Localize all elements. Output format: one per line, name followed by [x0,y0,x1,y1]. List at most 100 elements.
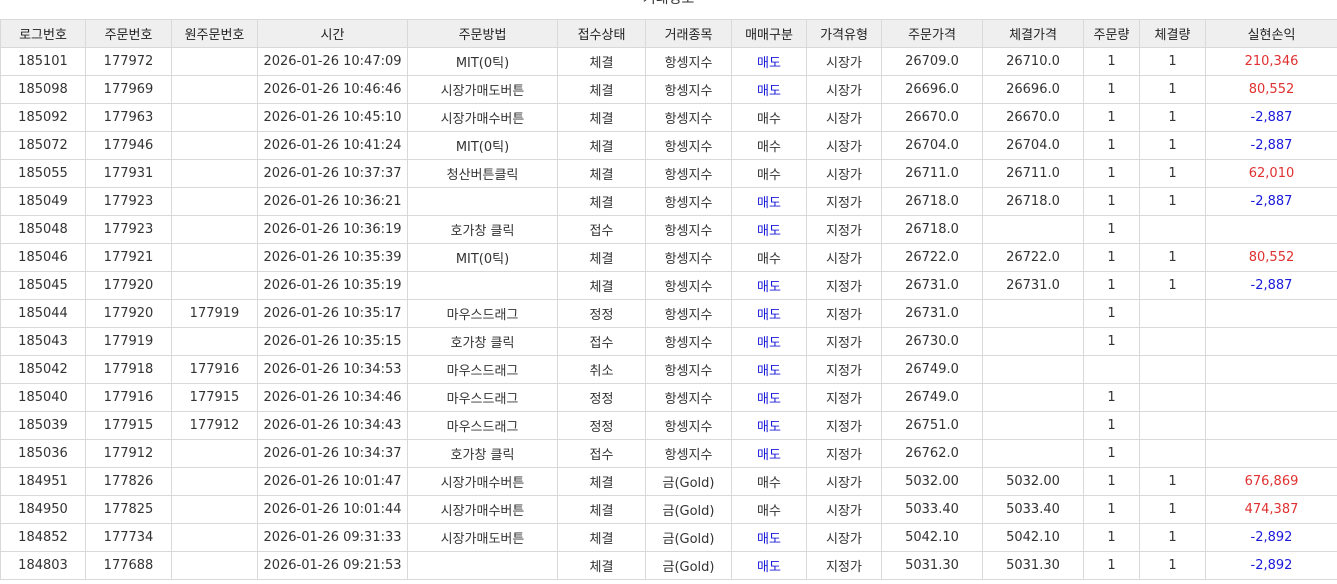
cell-fill-qty [1139,439,1206,468]
cell-order-qty: 1 [1083,215,1140,244]
cell-time: 2026-01-26 09:31:33 [257,523,408,552]
table-row[interactable]: 184951 177826 2026-01-26 10:01:47 시장가매수버튼 체결… [0,467,1337,496]
cell-fill-qty: 1 [1139,243,1206,272]
cell-order-no: 177931 [85,159,172,188]
cell-side: 매도 [731,271,807,300]
cell-side: 매도 [731,47,807,76]
table-row[interactable]: 184950 177825 2026-01-26 10:01:44 시장가매수버튼 체결… [0,495,1337,524]
cell-log-no: 185072 [0,131,86,160]
cell-time: 2026-01-26 10:01:44 [257,495,408,524]
table-row[interactable]: 184803 177688 2026-01-26 09:21:53 체결 금(Gold)… [0,551,1337,580]
table-row[interactable]: 185092 177963 2026-01-26 10:45:10 시장가매수버튼 체결… [0,103,1337,132]
cell-order-no: 177919 [85,327,172,356]
cell-price-type: 시장가 [806,75,882,104]
cell-realized-pnl [1205,439,1337,468]
cell-price-type: 지정가 [806,355,882,384]
cell-price-type: 지정가 [806,551,882,580]
cell-order-no: 177688 [85,551,172,580]
table-row[interactable]: 185044 177920 177919 2026-01-26 10:35:17 마우스… [0,299,1337,328]
cell-order-price: 26751.0 [881,411,983,440]
cell-log-no: 185040 [0,383,86,412]
cell-order-qty: 1 [1083,75,1140,104]
cell-side: 매도 [731,411,807,440]
col-header-side[interactable]: 매매구분 [731,19,807,48]
col-header-price-type[interactable]: 가격유형 [806,19,882,48]
col-header-realized-pnl[interactable]: 실현손익 [1205,19,1337,48]
cell-instrument: 항셍지수 [645,187,732,216]
cell-realized-pnl [1205,215,1337,244]
cell-order-price: 26711.0 [881,159,983,188]
cell-instrument: 항셍지수 [645,75,732,104]
cell-fill-price: 5031.30 [982,551,1084,580]
col-header-order-qty[interactable]: 주문량 [1083,19,1140,48]
cell-side: 매도 [731,523,807,552]
cell-fill-qty: 1 [1139,187,1206,216]
cell-instrument: 항셍지수 [645,243,732,272]
col-header-log-no[interactable]: 로그번호 [0,19,86,48]
table-row[interactable]: 185055 177931 2026-01-26 10:37:37 청산버튼클릭 체결 항… [0,159,1337,188]
cell-price-type: 지정가 [806,439,882,468]
cell-orig-order-no [171,495,258,524]
table-row[interactable]: 185040 177916 177915 2026-01-26 10:34:46 마우스… [0,383,1337,412]
table-row[interactable]: 185101 177972 2026-01-26 10:47:09 MIT(0틱) 체결… [0,47,1337,76]
cell-orig-order-no [171,47,258,76]
cell-order-price: 26731.0 [881,299,983,328]
cell-fill-price: 26704.0 [982,131,1084,160]
table-row[interactable]: 185045 177920 2026-01-26 10:35:19 체결 항셍지수 매도 지… [0,271,1337,300]
cell-orig-order-no [171,187,258,216]
cell-time: 2026-01-26 10:34:46 [257,383,408,412]
cell-fill-qty: 1 [1139,467,1206,496]
cell-order-no: 177825 [85,495,172,524]
cell-log-no: 185036 [0,439,86,468]
cell-order-qty: 1 [1083,47,1140,76]
col-header-fill-price[interactable]: 체결가격 [982,19,1084,48]
table-row[interactable]: 185036 177912 2026-01-26 10:34:37 호가창 클릭 접수 항… [0,439,1337,468]
cell-status: 체결 [557,495,646,524]
cell-order-qty: 1 [1083,439,1140,468]
cell-realized-pnl: -2,887 [1205,103,1337,132]
cell-instrument: 금(Gold) [645,467,732,496]
cell-time: 2026-01-26 10:34:53 [257,355,408,384]
table-row[interactable]: 185043 177919 2026-01-26 10:35:15 호가창 클릭 접수 항… [0,327,1337,356]
table-row[interactable]: 185049 177923 2026-01-26 10:36:21 체결 항셍지수 매도 지… [0,187,1337,216]
cell-side: 매수 [731,243,807,272]
cell-order-qty: 1 [1083,495,1140,524]
cell-order-no: 177923 [85,187,172,216]
cell-order-price: 26718.0 [881,215,983,244]
col-header-instrument[interactable]: 거래종목 [645,19,732,48]
cell-time: 2026-01-26 10:45:10 [257,103,408,132]
col-header-order-price[interactable]: 주문가격 [881,19,983,48]
cell-fill-qty [1139,411,1206,440]
cell-order-price: 5033.40 [881,495,983,524]
cell-order-price: 26709.0 [881,47,983,76]
cell-log-no: 185046 [0,243,86,272]
cell-order-qty: 1 [1083,187,1140,216]
col-header-fill-qty[interactable]: 체결량 [1139,19,1206,48]
col-header-order-no[interactable]: 주문번호 [85,19,172,48]
col-header-time[interactable]: 시간 [257,19,408,48]
cell-order-price: 26762.0 [881,439,983,468]
cell-price-type: 시장가 [806,103,882,132]
col-header-status[interactable]: 접수상태 [557,19,646,48]
table-row[interactable]: 185042 177918 177916 2026-01-26 10:34:53 마우스… [0,355,1337,384]
cell-side: 매도 [731,187,807,216]
cell-orig-order-no [171,523,258,552]
col-header-orig-order-no[interactable]: 원주문번호 [171,19,258,48]
col-header-order-method[interactable]: 주문방법 [407,19,558,48]
cell-order-qty: 1 [1083,551,1140,580]
cell-time: 2026-01-26 10:34:43 [257,411,408,440]
cell-order-price: 5031.30 [881,551,983,580]
cell-status: 취소 [557,355,646,384]
table-row[interactable]: 185039 177915 177912 2026-01-26 10:34:43 마우스… [0,411,1337,440]
table-row[interactable]: 184852 177734 2026-01-26 09:31:33 시장가매도버튼 체결… [0,523,1337,552]
cell-status: 체결 [557,187,646,216]
table-row[interactable]: 185048 177923 2026-01-26 10:36:19 호가창 클릭 접수 항… [0,215,1337,244]
table-row[interactable]: 185072 177946 2026-01-26 10:41:24 MIT(0틱) 체결… [0,131,1337,160]
table-row[interactable]: 185098 177969 2026-01-26 10:46:46 시장가매도버튼 체결… [0,75,1337,104]
cell-realized-pnl: -2,892 [1205,523,1337,552]
cell-order-price: 26731.0 [881,271,983,300]
cell-realized-pnl: 80,552 [1205,243,1337,272]
cell-log-no: 184950 [0,495,86,524]
cell-instrument: 항셍지수 [645,159,732,188]
table-row[interactable]: 185046 177921 2026-01-26 10:35:39 MIT(0틱) 체결… [0,243,1337,272]
